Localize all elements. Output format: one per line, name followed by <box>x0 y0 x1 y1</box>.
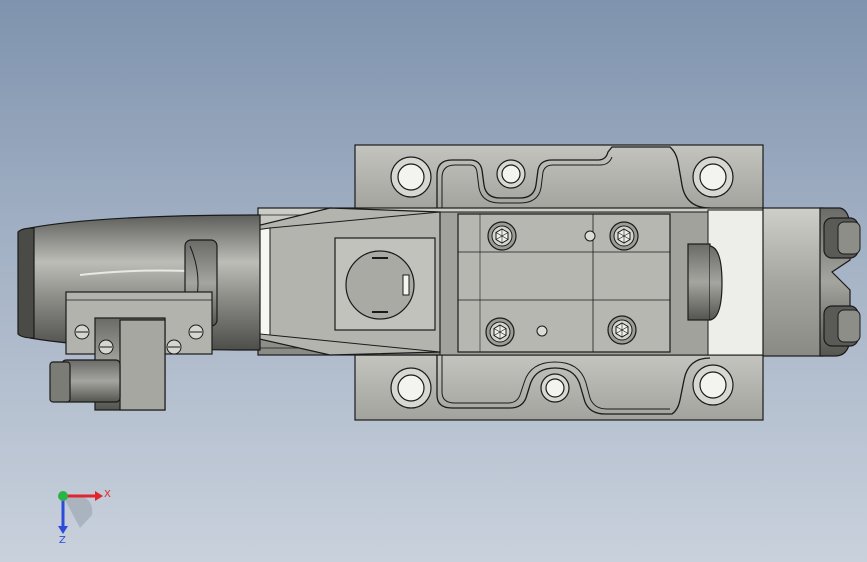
bolt-icon <box>487 221 517 251</box>
z-axis-label: Z <box>59 535 66 546</box>
y-axis-dot-icon <box>58 491 68 501</box>
z-arrowhead-icon <box>58 526 68 534</box>
coordinate-triad: X Z <box>58 489 111 546</box>
x-arrowhead-icon <box>95 491 103 501</box>
pin-icon <box>584 230 596 242</box>
bolt-icon <box>609 221 639 251</box>
bolt-icon <box>485 317 515 347</box>
top-mounting-plate <box>354 144 764 211</box>
cad-viewport[interactable]: X Z <box>0 0 867 562</box>
bottom-mounting-plate <box>354 354 764 421</box>
x-axis-label: X <box>104 489 111 500</box>
connector-plug <box>49 291 213 411</box>
pin-icon <box>536 325 548 337</box>
bolt-icon <box>607 315 637 345</box>
